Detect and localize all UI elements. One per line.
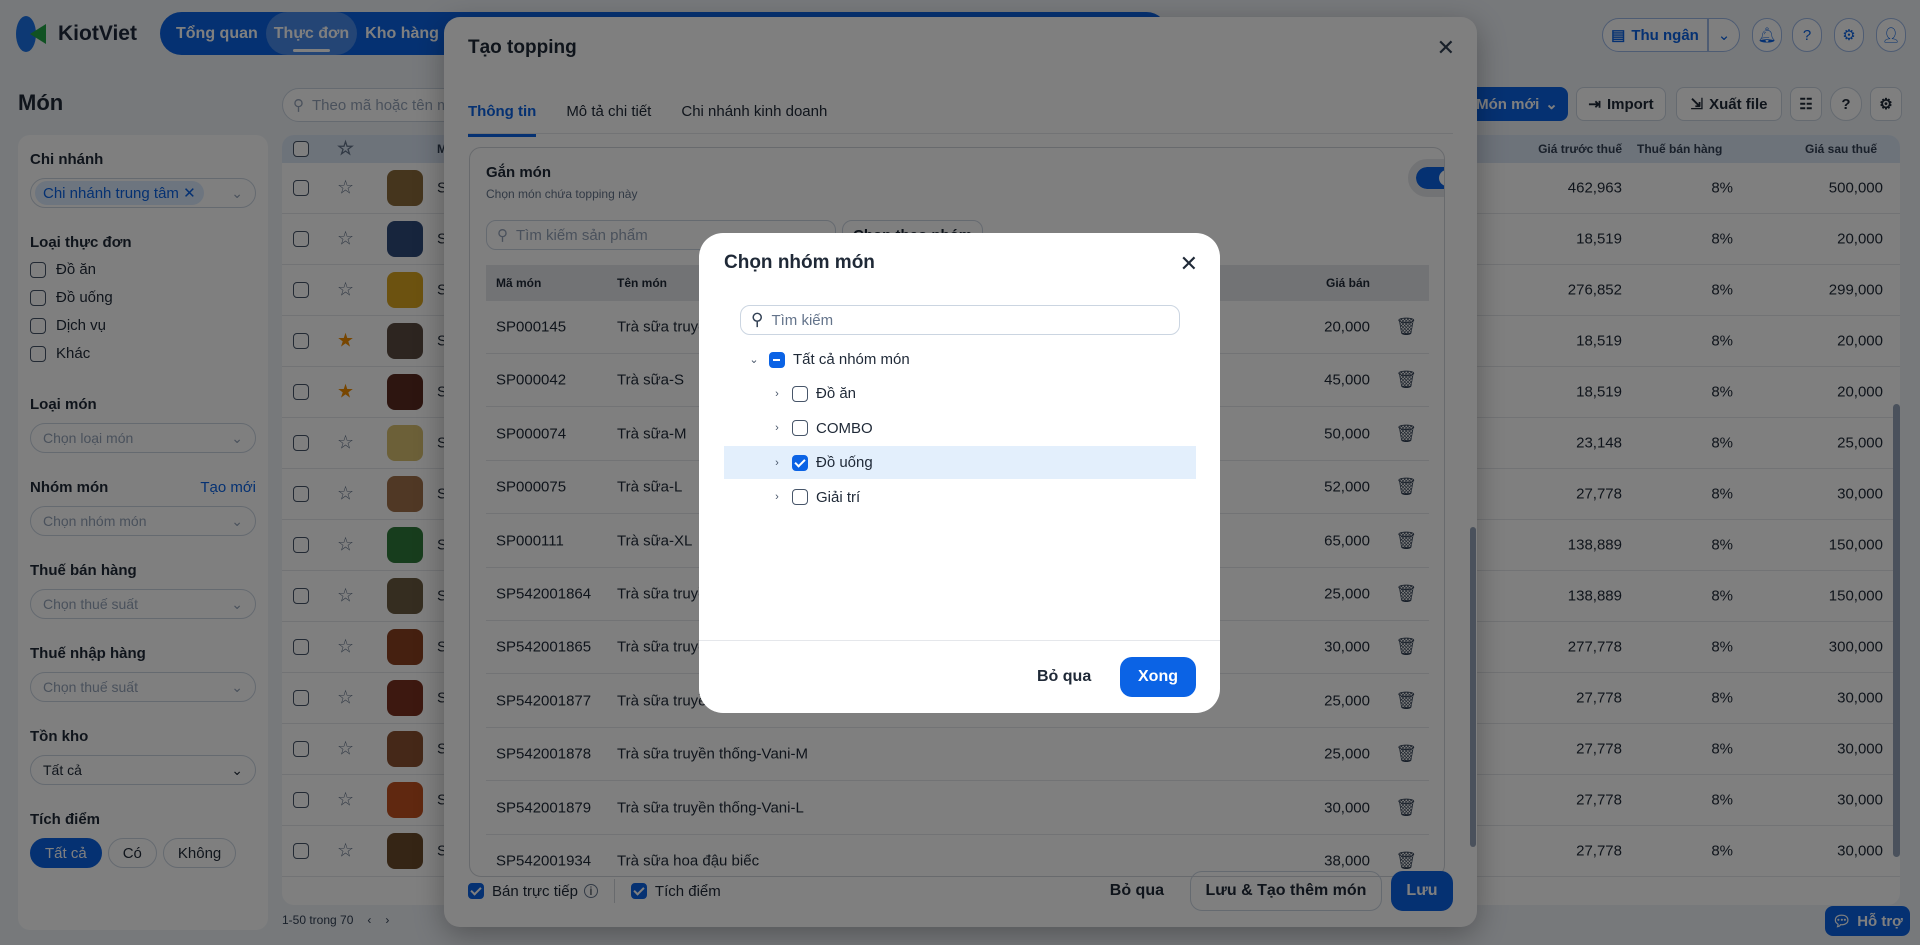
tree-group-row[interactable]: › Đồ ăn <box>724 377 1196 410</box>
dialog-done-button[interactable]: Xong <box>1120 657 1196 697</box>
group-label: COMBO <box>816 419 873 437</box>
group-checkbox[interactable] <box>792 420 808 436</box>
group-checkbox[interactable] <box>792 489 808 505</box>
tree-root[interactable]: ⌄ Tất cả nhóm món <box>724 343 1196 376</box>
search-icon: ⚲ <box>751 310 764 329</box>
group-search-input[interactable]: ⚲ Tìm kiếm <box>740 305 1180 335</box>
group-label: Đồ uống <box>816 454 873 471</box>
chevron-right-icon[interactable]: › <box>770 491 784 503</box>
chevron-right-icon[interactable]: › <box>770 457 784 469</box>
chevron-right-icon[interactable]: › <box>770 422 784 434</box>
tree-group-row[interactable]: › Đồ uống <box>724 446 1196 479</box>
group-label: Giải trí <box>816 488 861 506</box>
group-label: Đồ ăn <box>816 385 857 402</box>
group-checkbox[interactable] <box>792 454 808 471</box>
tree-group-row[interactable]: › COMBO <box>724 412 1196 445</box>
tree-group-row[interactable]: › Giải trí <box>724 481 1196 514</box>
group-checkbox[interactable] <box>792 385 808 402</box>
root-checkbox[interactable] <box>769 351 785 368</box>
search-placeholder: Tìm kiếm <box>771 311 834 329</box>
dialog-title: Chọn nhóm món <box>724 252 875 273</box>
select-group-dialog: Chọn nhóm món ✕ ⚲ Tìm kiếm ⌄ Tất cả nhóm … <box>699 233 1220 713</box>
dialog-cancel-button[interactable]: Bỏ qua <box>1037 657 1091 697</box>
root-label: Tất cả nhóm món <box>793 351 910 368</box>
close-icon[interactable]: ✕ <box>1180 251 1198 277</box>
chevron-down-icon[interactable]: ⌄ <box>747 353 761 366</box>
dialog-divider <box>699 640 1220 641</box>
chevron-right-icon[interactable]: › <box>770 388 784 400</box>
